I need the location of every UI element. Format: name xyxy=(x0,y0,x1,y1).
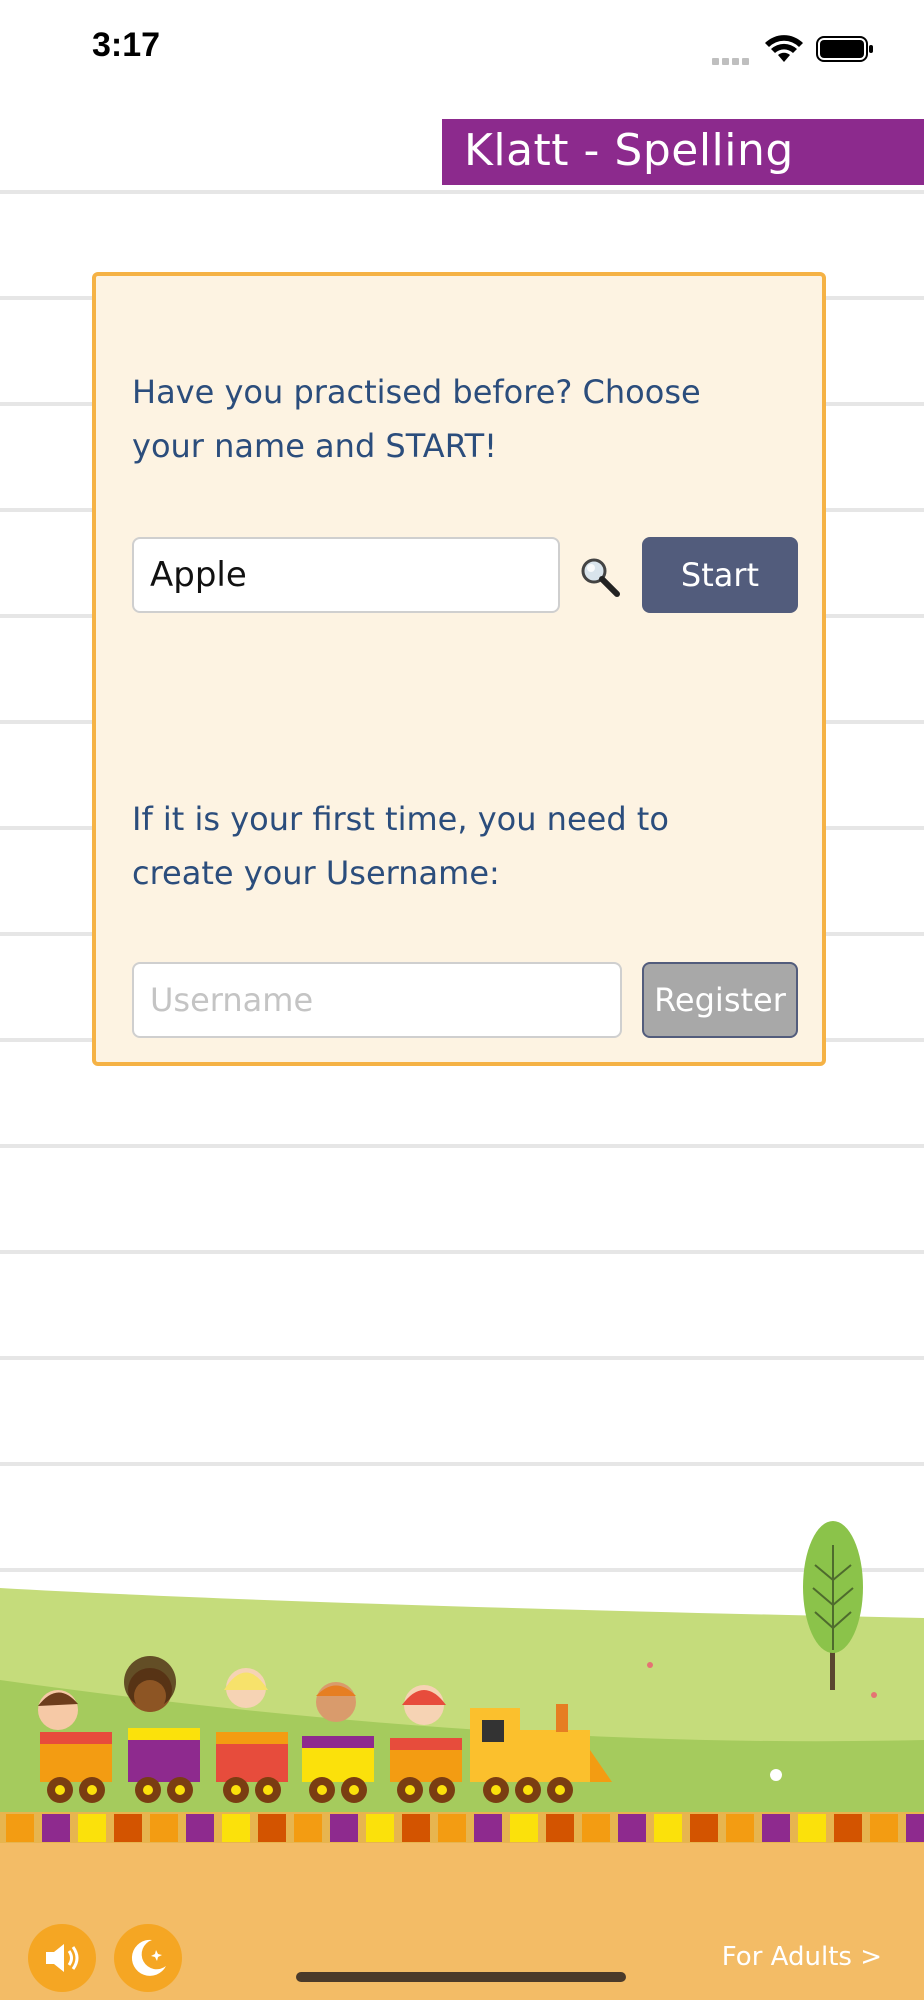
login-card: Have you practised before? Choose your n… xyxy=(92,272,826,1066)
moon-icon xyxy=(131,1939,166,1976)
title-banner: Klatt - Spelling xyxy=(442,119,924,185)
returning-user-prompt: Have you practised before? Choose your n… xyxy=(132,373,701,465)
home-indicator[interactable] xyxy=(296,1972,626,1982)
name-select-field[interactable]: Apple xyxy=(132,537,560,613)
start-button[interactable]: Start xyxy=(642,537,798,613)
for-adults-link[interactable]: For Adults > xyxy=(722,1942,882,1972)
register-button[interactable]: Register xyxy=(642,962,798,1038)
speaker-icon xyxy=(46,1944,79,1972)
app-title: Klatt - Spelling xyxy=(464,125,794,176)
sound-toggle-button[interactable] xyxy=(28,1924,96,1992)
night-mode-button[interactable] xyxy=(114,1924,182,1992)
wifi-icon xyxy=(765,35,803,62)
username-input[interactable] xyxy=(132,962,622,1038)
status-time: 3:17 xyxy=(92,26,161,64)
signal-icon xyxy=(712,50,756,65)
status-bar: 3:17 xyxy=(0,0,924,88)
battery-icon xyxy=(816,36,873,62)
search-icon[interactable] xyxy=(579,556,621,598)
new-user-prompt: If it is your first time, you need to cr… xyxy=(132,800,669,892)
